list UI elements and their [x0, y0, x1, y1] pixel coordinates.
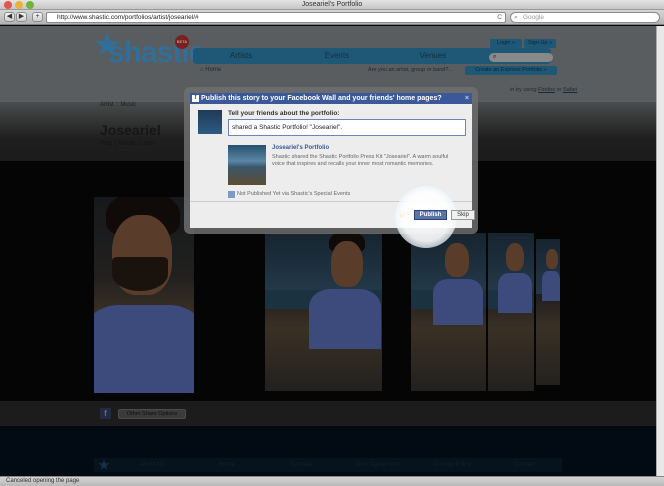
- search-icon: ⌕: [514, 14, 518, 21]
- home-label: Home: [205, 67, 222, 73]
- site-search-input[interactable]: ⌕: [489, 53, 553, 62]
- footer-user-agreement[interactable]: User Agreement: [356, 458, 399, 472]
- footer-privacy[interactable]: Privacy Policy: [434, 458, 471, 472]
- story-thumbnail: [228, 145, 266, 185]
- share-bar: [0, 401, 656, 426]
- web-page: shastic BETA Artists Events Venues Login…: [0, 26, 656, 476]
- browser-toolbar: ◀ ▶ + http://www.shastic.com/portfolios/…: [0, 10, 664, 25]
- gallery-photo-main[interactable]: [94, 197, 194, 393]
- gallery-photo-3[interactable]: [411, 233, 486, 391]
- reload-icon[interactable]: C: [497, 13, 502, 22]
- story-title-link[interactable]: Joseariel's Portfolio: [272, 145, 329, 151]
- artist-name: Joseariel: [100, 122, 161, 138]
- beta-badge: BETA: [175, 35, 189, 49]
- facebook-dialog-title: f Publish this story to your Facebook Wa…: [190, 93, 472, 104]
- status-bar: Canceled opening the page: [0, 476, 664, 486]
- browser-note-or: or: [556, 87, 562, 93]
- nav-venues[interactable]: Venues: [385, 48, 481, 64]
- safari-link[interactable]: Safari: [563, 87, 577, 93]
- nav-artists[interactable]: Artists: [193, 48, 289, 64]
- search-field[interactable]: ⌕ Google: [510, 12, 660, 23]
- other-share-options-button[interactable]: Other Share Options: [118, 409, 186, 419]
- site-search-icon: ⌕: [493, 54, 497, 60]
- url-text: http://www.shastic.com/portfolios/artist…: [57, 14, 199, 21]
- artist-genre: Pop | Vocal, Latin: [100, 140, 155, 147]
- footer-home[interactable]: Home: [219, 458, 235, 472]
- add-bookmark-button[interactable]: +: [32, 12, 43, 22]
- firefox-link[interactable]: Firefox: [538, 87, 555, 93]
- express-portfolio-button[interactable]: Create an Express Portfolio »: [465, 66, 557, 75]
- skip-button[interactable]: Skip: [451, 210, 475, 220]
- back-button[interactable]: ◀: [4, 12, 15, 22]
- login-button[interactable]: Login »: [490, 39, 522, 48]
- footer-about[interactable]: About Us: [140, 458, 165, 472]
- gallery-photo-4[interactable]: [488, 233, 534, 391]
- title-bar: Joseariel's Portfolio: [0, 0, 664, 10]
- close-icon[interactable]: ×: [465, 93, 469, 104]
- browser-window: Joseariel's Portfolio ◀ ▶ + http://www.s…: [0, 0, 664, 486]
- window-title: Joseariel's Portfolio: [301, 1, 363, 8]
- search-placeholder: Google: [523, 14, 544, 21]
- artist-question: Are you an artist, group or band?...: [368, 67, 453, 73]
- address-bar[interactable]: http://www.shastic.com/portfolios/artist…: [46, 12, 506, 23]
- facebook-message-input[interactable]: shared a Shastic Portfolio! "Joseariel".: [228, 119, 466, 136]
- browser-note: in try using Firefox or Safari: [510, 87, 577, 93]
- breadcrumb[interactable]: Artist :: Music: [100, 102, 136, 108]
- browser-note-prefix: in try using: [510, 87, 537, 93]
- nav-events[interactable]: Events: [289, 48, 385, 64]
- gallery-photo-2[interactable]: [265, 233, 382, 391]
- shastic-thumbnail: [198, 110, 222, 134]
- home-link[interactable]: ⌂ Home: [200, 67, 221, 73]
- gallery-photo-5[interactable]: [536, 239, 560, 385]
- facebook-share-icon[interactable]: f: [100, 408, 111, 419]
- facebook-prompt: Tell your friends about the portfolio:: [228, 110, 340, 117]
- scrollbar[interactable]: [656, 26, 664, 476]
- shastic-logo[interactable]: shastic: [108, 36, 205, 70]
- facebook-logo-icon: f: [192, 95, 199, 102]
- story-description: Shastic shared the Shastic Portfolio Pre…: [272, 154, 449, 167]
- signup-button[interactable]: Sign Up »: [524, 39, 556, 48]
- footer-contact[interactable]: Contact: [515, 458, 536, 472]
- footer-tutorials[interactable]: Tutorials: [290, 458, 313, 472]
- facebook-dialog-title-text: Publish this story to your Facebook Wall…: [201, 95, 442, 102]
- publish-button[interactable]: Publish: [414, 210, 447, 220]
- not-published-note: Not Published Yet via Shastic's Special …: [237, 191, 351, 197]
- forward-button[interactable]: ▶: [16, 12, 27, 22]
